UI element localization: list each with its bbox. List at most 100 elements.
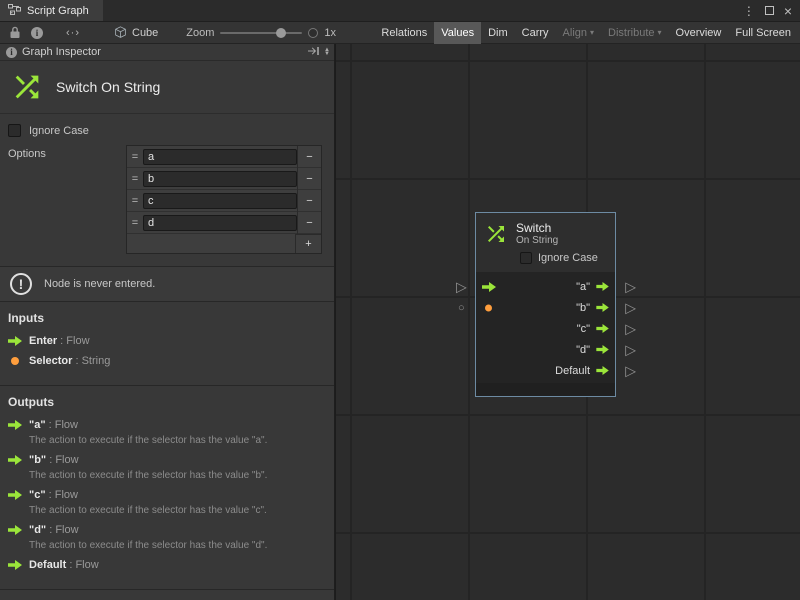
port-label-b: "b" <box>576 302 590 314</box>
connector-triangle-icon[interactable]: ▷ <box>625 341 636 358</box>
option-input-0[interactable] <box>143 149 297 165</box>
options-list: = − = − = − = − <box>126 145 322 254</box>
tab-script-graph[interactable]: Script Graph <box>0 0 103 21</box>
flow-port-icon <box>8 560 22 570</box>
fullscreen-button[interactable]: Full Screen <box>728 22 798 44</box>
options-label: Options <box>8 145 126 254</box>
drag-handle-icon[interactable]: = <box>127 217 143 229</box>
drag-handle-icon[interactable]: = <box>127 151 143 163</box>
string-port-icon <box>11 357 19 365</box>
node-ports: ▷ "a" ▷ ○ "b" ▷ "c" ▷ <box>476 272 615 383</box>
port-row-d: "d" ▷ <box>476 339 615 360</box>
zoom-reset-icon[interactable] <box>308 28 318 38</box>
distribute-dropdown[interactable]: Distribute▾ <box>601 22 668 44</box>
flow-port-icon <box>8 490 22 500</box>
warning-text: Node is never entered. <box>44 278 155 290</box>
chevron-down-icon: ▾ <box>658 28 662 37</box>
info-icon-glyph: i <box>31 27 43 39</box>
option-row: = − <box>127 168 321 190</box>
maximize-icon[interactable] <box>765 6 774 15</box>
zoom-value: 1x <box>324 27 336 39</box>
flow-port-icon[interactable] <box>596 282 609 291</box>
info-icon: i <box>6 47 17 58</box>
remove-option-button[interactable]: − <box>297 190 321 212</box>
output-d-description: The action to execute if the selector ha… <box>0 540 334 555</box>
flow-port-icon[interactable] <box>596 303 609 312</box>
ignore-case-label: Ignore Case <box>29 125 89 137</box>
options-block: Options = − = − = − = <box>0 141 334 262</box>
graph-canvas[interactable]: Switch On String Ignore Case ▷ "a" ▷ <box>335 44 800 600</box>
target-label: Cube <box>132 27 158 39</box>
port-row-b: ○ "b" ▷ <box>476 297 615 318</box>
ignore-case-label: Ignore Case <box>538 252 598 264</box>
flow-port-icon <box>8 420 22 430</box>
output-a-description: The action to execute if the selector ha… <box>0 435 334 450</box>
options-footer: + <box>127 234 321 253</box>
switch-icon <box>10 70 44 104</box>
warning-box: ! Node is never entered. <box>0 266 334 302</box>
flow-port-icon[interactable] <box>596 324 609 333</box>
carry-button[interactable]: Carry <box>515 22 556 44</box>
zoom-slider[interactable] <box>220 32 302 34</box>
dock-icon[interactable] <box>307 46 320 59</box>
flow-port-icon <box>8 525 22 535</box>
ignore-case-checkbox[interactable] <box>520 252 532 264</box>
ignore-case-checkbox[interactable] <box>8 124 21 137</box>
values-button[interactable]: Values <box>434 22 481 44</box>
connector-triangle-icon[interactable]: ▷ <box>625 299 636 316</box>
node-subtitle: On String <box>516 235 558 246</box>
close-icon[interactable]: × <box>784 4 792 18</box>
port-row-default: Default ▷ <box>476 360 615 381</box>
tab-label: Script Graph <box>27 5 89 17</box>
remove-option-button[interactable]: − <box>297 168 321 190</box>
window-menu-icon[interactable]: ⋮ <box>743 4 755 18</box>
cube-icon <box>114 26 127 39</box>
overview-button[interactable]: Overview <box>669 22 729 44</box>
titlebar: Script Graph ⋮ × <box>0 0 800 22</box>
zoom-slider-handle[interactable] <box>276 28 286 38</box>
option-row: = − <box>127 212 321 234</box>
warning-icon: ! <box>10 273 32 295</box>
input-selector: Selector : String <box>0 351 334 371</box>
node-header: Switch On String <box>476 213 615 248</box>
node-title-block: Switch On String <box>0 61 334 114</box>
port-row-c: "c" ▷ <box>476 318 615 339</box>
window-controls: ⋮ × <box>743 0 800 21</box>
output-default: Default : Flow <box>0 555 334 575</box>
flow-port-icon[interactable] <box>596 366 609 375</box>
output-d: "d" : Flow <box>0 520 334 540</box>
scroll-spinner[interactable]: ▲▼ <box>324 48 330 56</box>
inspector-header: i Graph Inspector ▲▼ <box>0 44 334 61</box>
switch-on-string-node[interactable]: Switch On String Ignore Case ▷ "a" ▷ <box>475 212 616 397</box>
connector-triangle-icon[interactable]: ▷ <box>625 362 636 379</box>
output-c-description: The action to execute if the selector ha… <box>0 505 334 520</box>
connector-triangle-icon[interactable]: ▷ <box>625 320 636 337</box>
drag-handle-icon[interactable]: = <box>127 195 143 207</box>
output-b: "b" : Flow <box>0 450 334 470</box>
option-input-2[interactable] <box>143 193 297 209</box>
relations-button[interactable]: Relations <box>374 22 434 44</box>
option-input-3[interactable] <box>143 215 297 231</box>
script-graph-window: Script Graph ⋮ × i ‹·› Cube Zoom 1x Rela… <box>0 0 800 600</box>
option-input-1[interactable] <box>143 171 297 187</box>
connector-circle-icon[interactable]: ○ <box>458 302 465 314</box>
connector-triangle-icon[interactable]: ▷ <box>625 278 636 295</box>
selector-string-port[interactable] <box>485 304 492 311</box>
enter-flow-port[interactable] <box>482 282 496 292</box>
drag-handle-icon[interactable]: = <box>127 173 143 185</box>
align-dropdown[interactable]: Align▾ <box>556 22 601 44</box>
inspector-title: Graph Inspector <box>22 46 101 58</box>
info-icon[interactable]: i <box>26 22 48 44</box>
option-row: = − <box>127 190 321 212</box>
remove-option-button[interactable]: − <box>297 212 321 234</box>
graph-target[interactable]: Cube <box>114 26 158 39</box>
add-option-button[interactable]: + <box>295 234 321 253</box>
dim-button[interactable]: Dim <box>481 22 515 44</box>
remove-option-button[interactable]: − <box>297 146 321 168</box>
lock-icon[interactable] <box>4 22 26 44</box>
code-view-icon[interactable]: ‹·› <box>66 27 80 39</box>
zoom-control: Zoom 1x <box>186 27 336 39</box>
connector-triangle-icon[interactable]: ▷ <box>456 278 467 295</box>
flow-port-icon[interactable] <box>596 345 609 354</box>
chevron-down-icon: ▾ <box>590 28 594 37</box>
